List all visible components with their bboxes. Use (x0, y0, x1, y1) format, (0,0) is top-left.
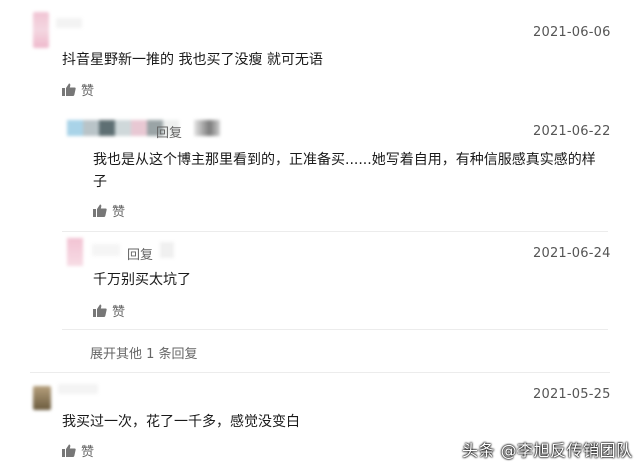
comment-date: 2021-06-06 (533, 25, 611, 40)
thumbs-up-icon (93, 304, 107, 317)
like-label: 赞 (112, 305, 126, 320)
like-button[interactable]: 赞 (93, 301, 125, 320)
thumbs-up-icon (93, 204, 107, 217)
reply-indicator: 回复 (127, 248, 154, 263)
like-label: 赞 (112, 205, 126, 220)
avatar[interactable] (33, 12, 49, 48)
like-button[interactable]: 赞 (62, 80, 94, 99)
avatar[interactable] (33, 386, 51, 410)
divider (62, 329, 608, 330)
comment-1: 2021-06-06 抖音星野新一推的 我也买了没瘦 就可无语 赞 (0, 0, 640, 110)
reply-avatar[interactable] (67, 238, 83, 266)
like-label: 赞 (81, 445, 95, 460)
comment-text: 抖音星野新一推的 我也买了没瘦 就可无语 (62, 52, 323, 68)
reply-target-avatar[interactable] (194, 120, 220, 136)
like-label: 赞 (81, 84, 95, 99)
reply-1: 回复 2021-06-22 我也是从这个博主那里看到的，正准备买......她写… (0, 110, 640, 232)
reply-text: 千万别买太坑了 (93, 272, 191, 288)
reply-text-line-1: 我也是从这个博主那里看到的，正准备买......她写着自用，有种信服感真实感的样 (93, 152, 596, 168)
reply-target-avatar[interactable] (160, 242, 174, 258)
reply-indicator: 回复 (156, 126, 183, 141)
comment-text: 我买过一次，花了一千多，感觉没变白 (62, 414, 300, 430)
reply-2: 回复 2021-06-24 千万别买太坑了 赞 (0, 232, 640, 342)
comment-date: 2021-05-25 (533, 387, 611, 402)
reply-username[interactable] (92, 244, 120, 256)
reply-date: 2021-06-24 (533, 246, 611, 261)
divider (30, 372, 610, 373)
expand-replies-link[interactable]: 展开其他 1 条回复 (90, 343, 198, 362)
like-button[interactable]: 赞 (62, 441, 94, 460)
like-button[interactable]: 赞 (93, 201, 125, 220)
thumbs-up-icon (62, 444, 76, 457)
watermark: 头条 @李旭反传销团队 (462, 441, 633, 460)
reply-text-line-2: 子 (93, 174, 107, 190)
reply-date: 2021-06-22 (533, 124, 611, 139)
thumbs-up-icon (62, 83, 76, 96)
username[interactable] (56, 18, 82, 28)
username[interactable] (58, 384, 98, 394)
